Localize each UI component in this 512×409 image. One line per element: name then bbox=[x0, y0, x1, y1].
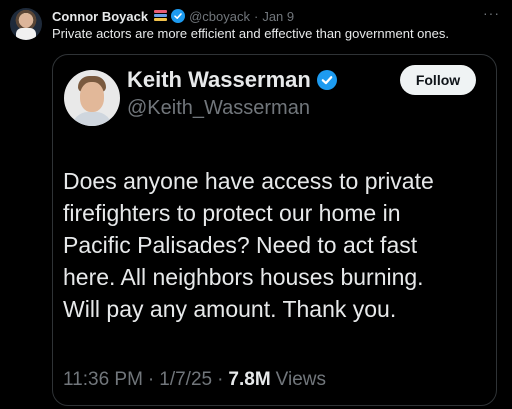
post-header: Connor Boyack @cboyack · Jan 9 bbox=[52, 8, 294, 24]
more-dots-icon[interactable]: ··· bbox=[483, 6, 500, 20]
quoted-text-line: here. All neighbors houses burning. bbox=[63, 264, 424, 290]
post-date[interactable]: Jan 9 bbox=[262, 9, 294, 24]
quoted-name-row: Keith Wasserman bbox=[127, 67, 337, 93]
author-name[interactable]: Connor Boyack bbox=[52, 9, 148, 24]
quoted-author-avatar[interactable] bbox=[64, 70, 120, 126]
quoted-post-meta: 11:36 PM · 1/7/25 · 7.8M Views bbox=[63, 369, 326, 391]
quoted-time[interactable]: 11:36 PM bbox=[63, 369, 143, 391]
quoted-text-line: Will pay any amount. Thank you. bbox=[63, 296, 397, 322]
separator: · bbox=[217, 369, 224, 390]
separator: · bbox=[253, 8, 259, 24]
post-text: Private actors are more efficient and ef… bbox=[52, 26, 449, 41]
quoted-text-line: firefighters to protect our home in bbox=[63, 200, 401, 226]
quoted-author-handle[interactable]: @Keith_Wasserman bbox=[127, 97, 310, 120]
author-avatar[interactable] bbox=[10, 8, 42, 40]
views-count: 7.8M bbox=[228, 369, 271, 390]
separator: · bbox=[147, 369, 155, 390]
quoted-text-line: Pacific Palisades? Need to act fast bbox=[63, 232, 418, 258]
verified-badge-icon bbox=[316, 70, 337, 90]
views-label: Views bbox=[275, 369, 326, 390]
post: Connor Boyack @cboyack · Jan 9 ··· Priva… bbox=[0, 0, 512, 409]
verified-badge-icon bbox=[171, 9, 186, 23]
follow-button[interactable]: Follow bbox=[400, 65, 476, 95]
author-handle[interactable]: @cboyack bbox=[189, 9, 250, 24]
books-icon bbox=[154, 10, 168, 22]
quoted-author-name[interactable]: Keith Wasserman bbox=[127, 67, 311, 93]
quoted-date[interactable]: 1/7/25 bbox=[159, 369, 212, 391]
quoted-text-line: Does anyone have access to private bbox=[63, 168, 434, 194]
quoted-post-card[interactable]: Keith Wasserman @Keith_Wasserman Follow … bbox=[52, 54, 497, 406]
quoted-post-text: Does anyone have access to private firef… bbox=[63, 165, 483, 325]
